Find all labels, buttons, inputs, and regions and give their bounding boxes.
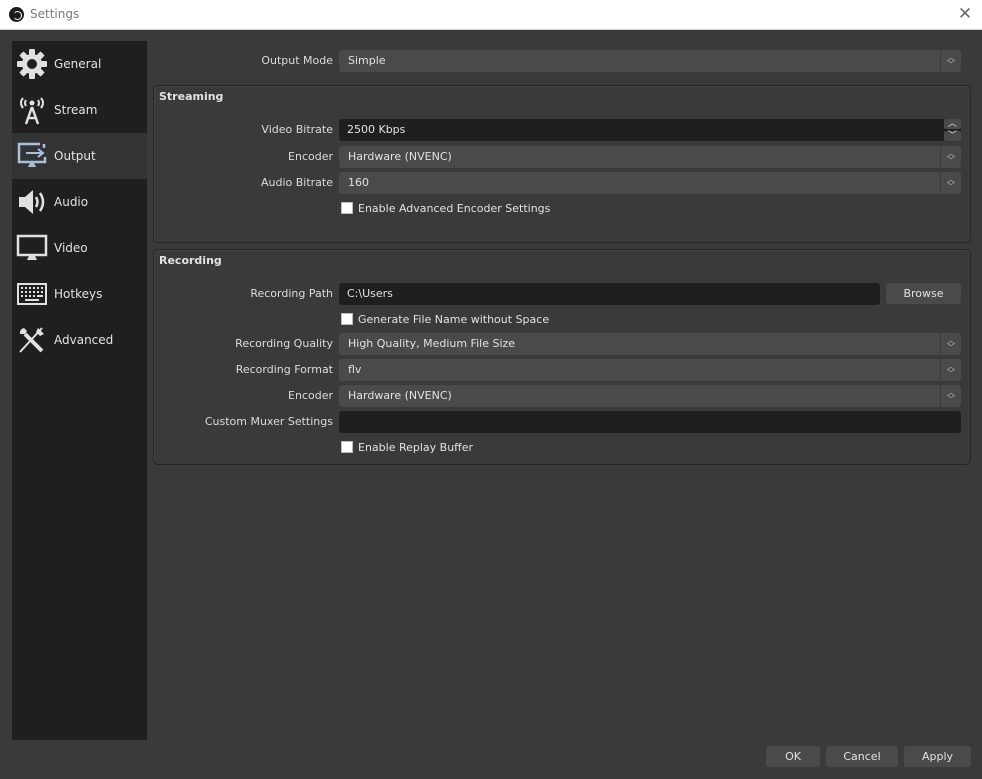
output-mode-label: Output Mode xyxy=(261,54,333,67)
sidebar-item-general[interactable]: General xyxy=(12,41,147,87)
streaming-group-title: Streaming xyxy=(159,90,224,103)
stream-encoder-label: Encoder xyxy=(288,150,333,163)
video-bitrate-row: Video Bitrate 2500 Kbps ︿ ﹀ xyxy=(153,119,970,141)
recording-encoder-row: Encoder Hardware (NVENC) ︿ ﹀ xyxy=(153,385,970,407)
apply-button[interactable]: Apply xyxy=(904,746,971,767)
advanced-encoder-checkbox-row[interactable]: Enable Advanced Encoder Settings xyxy=(340,200,550,216)
recording-format-select[interactable]: flv ︿ ﹀ xyxy=(339,359,961,381)
speaker-icon xyxy=(15,185,49,219)
spin-up-icon[interactable]: ︿ xyxy=(944,119,961,129)
sidebar-item-hotkeys[interactable]: Hotkeys xyxy=(12,271,147,317)
custom-muxer-input[interactable] xyxy=(339,411,961,433)
recording-encoder-select[interactable]: Hardware (NVENC) ︿ ﹀ xyxy=(339,385,961,407)
chevron-updown-icon: ︿ ﹀ xyxy=(940,50,961,72)
chevron-updown-icon: ︿ ﹀ xyxy=(940,359,961,381)
replay-buffer-label: Enable Replay Buffer xyxy=(358,440,474,454)
obs-logo-icon xyxy=(9,7,24,22)
recording-format-row: Recording Format flv ︿ ﹀ xyxy=(153,359,970,381)
spin-down-icon[interactable]: ﹀ xyxy=(944,131,961,141)
no-space-checkbox-row[interactable]: Generate File Name without Space xyxy=(340,311,549,327)
recording-format-label: Recording Format xyxy=(235,363,333,376)
gear-icon xyxy=(15,47,49,81)
recording-path-input[interactable]: C:\Users xyxy=(339,283,880,305)
recording-group-title: Recording xyxy=(159,254,222,267)
window-title: Settings xyxy=(30,7,80,21)
advanced-encoder-checkbox[interactable] xyxy=(341,202,353,214)
no-space-label: Generate File Name without Space xyxy=(358,312,550,326)
sidebar-item-label: Hotkeys xyxy=(54,287,103,301)
output-mode-row: Output Mode Simple ︿ ﹀ xyxy=(153,50,971,72)
keyboard-icon xyxy=(15,277,49,311)
broadcast-tower-icon xyxy=(15,93,49,127)
stream-encoder-select[interactable]: Hardware (NVENC) ︿ ﹀ xyxy=(339,146,961,168)
recording-path-label: Recording Path xyxy=(250,287,333,300)
audio-bitrate-select[interactable]: 160 ︿ ﹀ xyxy=(339,172,961,194)
tools-icon xyxy=(15,323,49,357)
chevron-updown-icon: ︿ ﹀ xyxy=(940,333,961,355)
video-bitrate-spinbox[interactable]: 2500 Kbps ︿ ﹀ xyxy=(339,119,961,141)
chevron-updown-icon: ︿ ﹀ xyxy=(940,146,961,168)
cancel-button[interactable]: Cancel xyxy=(826,746,898,767)
sidebar-item-advanced[interactable]: Advanced xyxy=(12,317,147,363)
chevron-updown-icon: ︿ ﹀ xyxy=(940,385,961,407)
no-space-checkbox[interactable] xyxy=(341,313,353,325)
recording-quality-select[interactable]: High Quality, Medium File Size ︿ ﹀ xyxy=(339,333,961,355)
browse-button[interactable]: Browse xyxy=(886,283,961,304)
sidebar-item-label: Video xyxy=(54,241,88,255)
monitor-output-icon xyxy=(15,139,49,173)
monitor-icon xyxy=(15,231,49,265)
recording-quality-row: Recording Quality High Quality, Medium F… xyxy=(153,333,970,355)
sidebar-item-label: General xyxy=(54,57,102,71)
close-icon[interactable]: ✕ xyxy=(956,5,974,23)
advanced-encoder-label: Enable Advanced Encoder Settings xyxy=(358,201,551,215)
sidebar-item-video[interactable]: Video xyxy=(12,225,147,271)
replay-buffer-checkbox-row[interactable]: Enable Replay Buffer xyxy=(340,439,473,455)
replay-buffer-checkbox[interactable] xyxy=(341,441,353,453)
settings-sidebar: General Stream Output Audio Video Hotkey… xyxy=(12,41,147,740)
sidebar-item-label: Output xyxy=(54,149,96,163)
recording-path-row: Recording Path C:\Users Browse xyxy=(153,283,970,305)
audio-bitrate-label: Audio Bitrate xyxy=(260,176,333,189)
ok-button[interactable]: OK xyxy=(766,746,820,767)
sidebar-item-stream[interactable]: Stream xyxy=(12,87,147,133)
sidebar-item-label: Advanced xyxy=(54,333,114,347)
recording-quality-label: Recording Quality xyxy=(235,337,333,350)
video-bitrate-label: Video Bitrate xyxy=(261,123,333,136)
custom-muxer-row: Custom Muxer Settings xyxy=(153,411,970,433)
output-mode-select[interactable]: Simple ︿ ﹀ xyxy=(339,50,961,72)
sidebar-item-audio[interactable]: Audio xyxy=(12,179,147,225)
sidebar-item-output[interactable]: Output xyxy=(12,133,147,179)
sidebar-item-label: Stream xyxy=(54,103,98,117)
audio-bitrate-row: Audio Bitrate 160 ︿ ﹀ xyxy=(153,172,970,194)
custom-muxer-label: Custom Muxer Settings xyxy=(204,415,333,428)
recording-encoder-label: Encoder xyxy=(288,389,333,402)
stream-encoder-row: Encoder Hardware (NVENC) ︿ ﹀ xyxy=(153,146,970,168)
chevron-updown-icon: ︿ ﹀ xyxy=(940,172,961,194)
sidebar-item-label: Audio xyxy=(54,195,89,209)
recording-group: Recording Recording Path C:\Users Browse… xyxy=(153,249,971,465)
streaming-group: Streaming Video Bitrate 2500 Kbps ︿ ﹀ Enc… xyxy=(153,85,971,243)
title-bar: Settings ✕ xyxy=(0,0,982,30)
